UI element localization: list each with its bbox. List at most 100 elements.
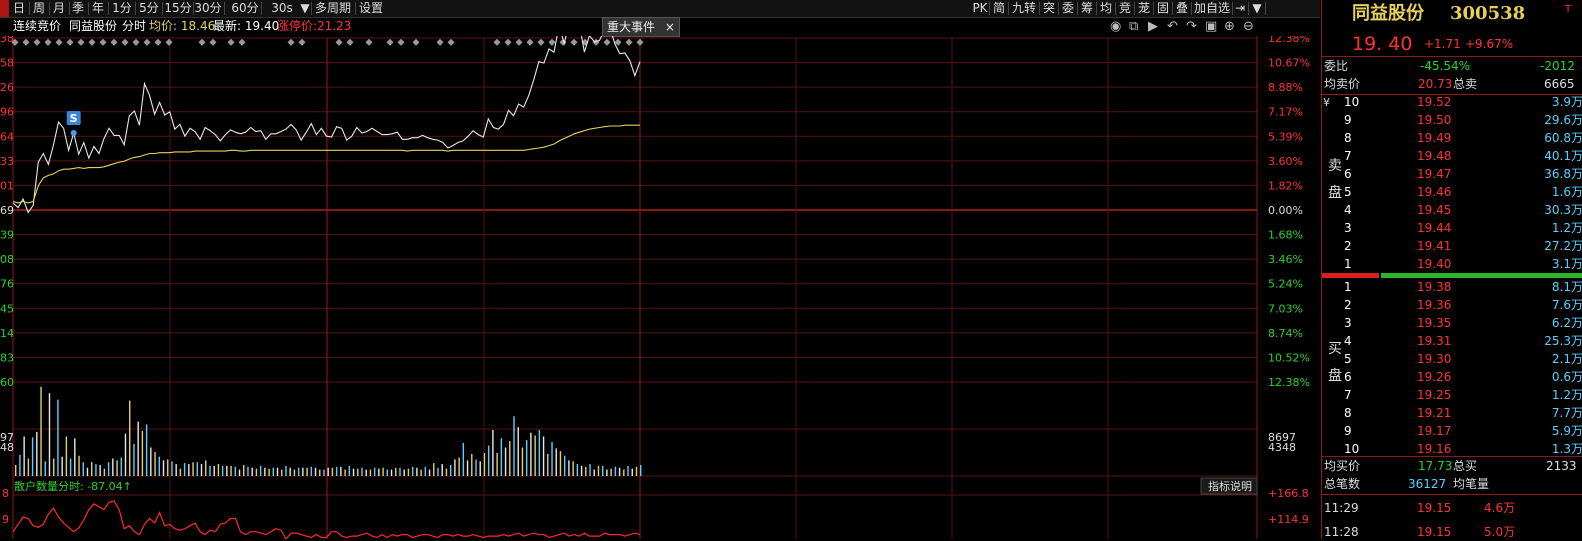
event-tab[interactable]: 重大事件 ×	[602, 17, 680, 37]
volume-bar	[297, 467, 300, 476]
tool-button[interactable]: 叠	[1174, 0, 1190, 17]
zoom-in-icon[interactable]: ⊕	[1224, 19, 1235, 34]
play-icon[interactable]: ▶	[1148, 19, 1158, 34]
bid-row[interactable]: 2 19.36 7.6万	[1322, 297, 1582, 314]
ask-level: 10	[1344, 95, 1360, 109]
period-button[interactable]: ▼	[300, 0, 310, 17]
event-diamond	[335, 38, 343, 46]
last-price-label: 最新: 19.40	[213, 19, 280, 33]
toolbar-separator	[1039, 2, 1040, 15]
volume-bar	[167, 459, 169, 476]
avg-sell-value: 20.73	[1418, 77, 1453, 91]
event-diamond	[110, 38, 118, 46]
tool-button[interactable]: 筹	[1079, 0, 1095, 17]
screen-icon[interactable]: ▣	[1205, 19, 1217, 34]
toolbar-separator	[1077, 2, 1078, 15]
period-button[interactable]: 年	[89, 0, 107, 17]
tool-button[interactable]: 茏	[1136, 0, 1152, 17]
bid-row[interactable]: 4 19.31 25.3万	[1322, 333, 1582, 350]
event-diamond	[33, 38, 41, 46]
pct-axis-label: 7.17%	[1268, 106, 1303, 119]
bid-level: 2	[1344, 298, 1352, 312]
tool-button[interactable]: ⇥	[1233, 0, 1247, 17]
bid-row[interactable]: 7 19.25 1.2万	[1322, 387, 1582, 404]
event-diamond	[636, 38, 644, 46]
ask-row[interactable]: 5 19.46 1.6万	[1322, 184, 1582, 201]
ask-row[interactable]: 3 19.44 1.2万	[1322, 220, 1582, 237]
bid-row[interactable]: 9 19.17 5.9万	[1322, 423, 1582, 440]
avg-buy-value: 17.73	[1418, 459, 1453, 473]
ask-level: 6	[1344, 167, 1352, 181]
event-diamond	[447, 38, 455, 46]
ask-price: 19.50	[1417, 113, 1452, 127]
volume-bar	[487, 445, 490, 476]
ask-row[interactable]: 9 19.50 29.6万	[1322, 112, 1582, 129]
ask-row[interactable]: 6 19.47 36.8万	[1322, 166, 1582, 183]
undo-icon[interactable]: ↶	[1167, 19, 1178, 34]
ask-row[interactable]: 4 19.45 30.3万	[1322, 202, 1582, 219]
volume-bar	[593, 469, 595, 476]
ask-row[interactable]: 8 19.49 60.8万	[1322, 130, 1582, 147]
volume-bar	[103, 468, 106, 476]
period-button[interactable]: 15分	[164, 0, 192, 17]
toolbar-separator	[1191, 2, 1192, 15]
price-axis-label: 76	[0, 278, 14, 291]
volume-bar	[129, 400, 131, 476]
panel-price: 19. 40	[1352, 33, 1413, 55]
ask-row[interactable]: 2 19.41 27.2万	[1322, 238, 1582, 255]
copy-icon[interactable]: ⧉	[1129, 19, 1138, 34]
volume-bar	[631, 468, 633, 476]
event-tab-label: 重大事件	[607, 20, 656, 34]
ask-row[interactable]: 10 19.52 3.9万	[1322, 94, 1582, 111]
tool-button[interactable]: ▼	[1250, 0, 1264, 17]
tool-button[interactable]: 固	[1155, 0, 1171, 17]
bid-price: 19.35	[1417, 316, 1452, 330]
period-button[interactable]: 多周期	[312, 0, 354, 17]
period-button[interactable]: 5分	[137, 0, 161, 17]
period-button[interactable]: 日	[10, 0, 28, 17]
tool-button[interactable]: 九转	[1010, 0, 1038, 17]
volume-bar	[610, 468, 612, 476]
tool-button[interactable]: 均	[1098, 0, 1114, 17]
tool-button[interactable]: 委	[1060, 0, 1076, 17]
ask-row[interactable]: 1 19.40 3.1万	[1322, 256, 1582, 273]
volume-bar	[285, 465, 287, 476]
period-button[interactable]: 周	[30, 0, 48, 17]
tool-button[interactable]: 突	[1041, 0, 1057, 17]
bid-level: 4	[1344, 334, 1352, 348]
indicator-title: 散户数量分时: -87.04↑	[14, 479, 132, 493]
close-icon[interactable]: ×	[665, 20, 675, 34]
period-button[interactable]: 1分	[110, 0, 134, 17]
bid-row[interactable]: 3 19.35 6.2万	[1322, 315, 1582, 332]
bid-row[interactable]: 5 19.30 2.1万	[1322, 351, 1582, 368]
volume-bar	[99, 464, 101, 476]
intraday-chart[interactable]: 38 58 26 96 64 33 01 69 39 08 76 45 14 83 60 12.38% 10.6…	[0, 36, 1320, 539]
period-button[interactable]: 30s	[268, 0, 296, 17]
toolbar-separator	[1248, 2, 1249, 15]
volume-bar	[331, 467, 334, 476]
bid-row[interactable]: 8 19.21 7.7万	[1322, 405, 1582, 422]
tool-button[interactable]: 竞	[1117, 0, 1133, 17]
period-button[interactable]: 月	[50, 0, 68, 17]
volume-bar	[411, 466, 414, 476]
volume-bar	[568, 460, 570, 476]
volume-bar	[158, 456, 160, 476]
period-button[interactable]: 季	[69, 0, 87, 17]
event-diamond	[121, 38, 129, 46]
volume-bar	[555, 448, 557, 476]
volume-bar	[268, 468, 270, 476]
tool-button[interactable]: 简	[991, 0, 1007, 17]
period-button[interactable]: 设置	[357, 0, 385, 17]
event-diamond	[365, 38, 373, 46]
bid-row[interactable]: 1 19.38 8.1万	[1322, 279, 1582, 296]
ask-row[interactable]: 7 19.48 40.1万	[1322, 148, 1582, 165]
eye-icon[interactable]: ◉	[1110, 19, 1121, 34]
period-button[interactable]: 30分	[193, 0, 223, 17]
volume-bar	[585, 466, 587, 476]
tool-button[interactable]: 加自选	[1193, 0, 1231, 17]
period-button[interactable]: 60分	[230, 0, 260, 17]
redo-icon[interactable]: ↷	[1186, 19, 1197, 34]
tool-button[interactable]: PK	[972, 0, 988, 17]
bid-row[interactable]: 6 19.26 0.6万	[1322, 369, 1582, 386]
zoom-out-icon[interactable]: ⊖	[1243, 19, 1254, 34]
